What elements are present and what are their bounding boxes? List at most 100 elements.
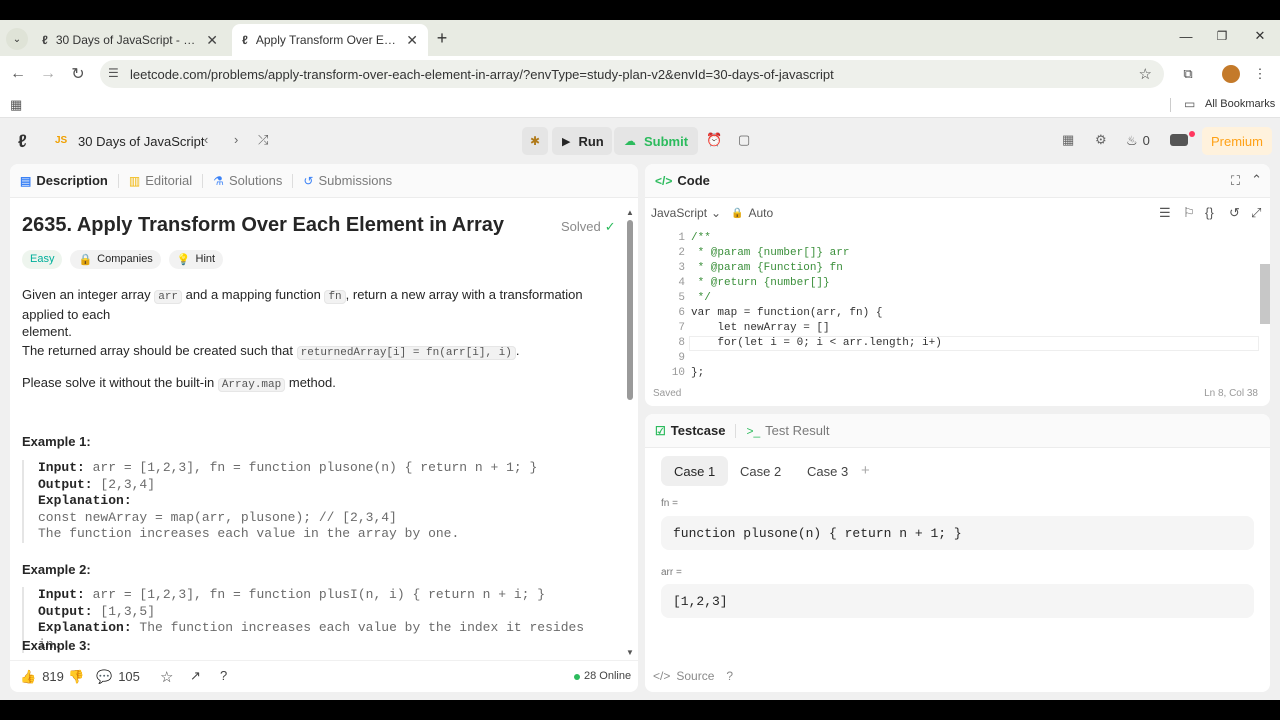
tab-editorial[interactable]: ▥ Editorial — [119, 164, 202, 198]
layout-icon[interactable]: ▦ — [1062, 132, 1074, 148]
arr-input[interactable]: [1,2,3] — [661, 584, 1254, 618]
checkbox-icon: ☑ — [655, 423, 666, 438]
add-case-icon[interactable]: + — [861, 462, 870, 479]
leetcode-logo-icon[interactable]: ℓ — [18, 131, 27, 152]
help-icon[interactable]: ? — [220, 668, 227, 683]
comments-button[interactable]: 💬 105 — [96, 669, 140, 685]
plan-title[interactable]: 30 Days of JavaScript — [78, 134, 204, 149]
example-2-block: Input: arr = [1,2,3], fn = function plus… — [22, 587, 612, 653]
streak-counter[interactable]: ♨ 0 — [1126, 133, 1150, 149]
site-info-icon[interactable]: ☰ — [108, 66, 119, 80]
scroll-up-icon[interactable]: ▲ — [626, 208, 634, 217]
editor-scrollbar[interactable] — [1260, 264, 1270, 324]
like-button[interactable]: 👍 819 — [20, 669, 64, 685]
arr-label: arr = — [661, 567, 682, 578]
settings-gear-icon[interactable]: ⚙ — [1095, 132, 1107, 148]
prev-problem-icon[interactable]: ‹ — [204, 132, 208, 147]
bookmark-star-icon[interactable]: ☆ — [1139, 65, 1152, 83]
page-title: 2635. Apply Transform Over Each Element … — [22, 214, 505, 236]
forward-icon[interactable]: → — [34, 56, 62, 92]
browser-toolbar: ← → ↻ ☰ leetcode.com/problems/apply-tran… — [0, 56, 1280, 92]
example-1-title: Example 1: — [22, 434, 91, 449]
bookmark-icon[interactable]: ⚐ — [1183, 205, 1195, 221]
fullscreen-icon[interactable]: ⛶ — [1231, 173, 1240, 189]
auto-mode[interactable]: 🔒 Auto — [731, 206, 773, 220]
solved-status: Solved ✓ — [561, 219, 616, 234]
help-icon: ? — [726, 669, 734, 683]
hint-tag[interactable]: 💡 Hint — [168, 250, 224, 269]
extensions-icon[interactable]: ⧉ — [1178, 64, 1198, 84]
language-select[interactable]: JavaScript ⌄ — [651, 206, 721, 220]
back-icon[interactable]: ← — [4, 56, 32, 92]
minimize-icon[interactable]: — — [1176, 26, 1196, 46]
testcase-tabs: ☑ Testcase >_ Test Result — [645, 414, 1270, 448]
case-2-tab[interactable]: Case 2 — [727, 456, 794, 486]
close-window-icon[interactable]: ✕ — [1250, 26, 1270, 46]
profile-avatar[interactable] — [1222, 65, 1240, 83]
close-tab-icon[interactable]: ✕ — [406, 32, 418, 49]
favorite-star-icon[interactable]: ☆ — [160, 668, 173, 686]
browser-menu-icon[interactable]: ⋮ — [1252, 64, 1268, 84]
debug-icon[interactable]: ✱ — [522, 127, 548, 155]
problem-body: 2635. Apply Transform Over Each Element … — [22, 198, 622, 654]
streak-count: 0 — [1142, 133, 1150, 148]
leetcode-favicon-icon: ℓ — [42, 33, 48, 47]
tab-description[interactable]: ▤ Description — [10, 164, 118, 198]
scrollbar-thumb[interactable] — [627, 220, 633, 400]
tab-submissions[interactable]: ↺ Submissions — [293, 164, 402, 198]
companies-tag[interactable]: 🔒 Companies — [70, 250, 161, 269]
tab-code[interactable]: </> Code — [645, 164, 720, 198]
run-button[interactable]: ▶ Run — [552, 127, 612, 155]
new-tab-icon[interactable]: + — [432, 28, 452, 48]
browser-tab-problem[interactable]: ℓ Apply Transform Over Each Elem ✕ — [232, 24, 428, 56]
example-1-block: Input: arr = [1,2,3], fn = function plus… — [22, 460, 612, 543]
document-icon: ▤ — [20, 173, 32, 188]
thumbs-down-icon[interactable]: 👎 — [68, 669, 84, 685]
cloud-upload-icon: ☁ — [624, 134, 636, 148]
code-icon: </> — [655, 173, 673, 188]
code-editor[interactable]: 1 /** 2 * @param {number[]} arr 3 * @param … — [645, 228, 1259, 380]
book-icon: ▥ — [128, 173, 141, 188]
description-scrollbar[interactable]: ▲ ▼ — [626, 208, 634, 658]
next-problem-icon[interactable]: › — [234, 132, 238, 147]
folder-icon: ▭ — [1184, 97, 1196, 111]
expand-icon[interactable]: ⤢ — [1251, 205, 1261, 221]
shuffle-icon[interactable]: ⤮ — [258, 132, 268, 148]
timer-icon[interactable]: ⏰ — [706, 132, 722, 148]
code-header: </> Code ⛶ ⌃ — [645, 164, 1270, 198]
terminal-icon: >_ — [746, 423, 761, 438]
notes-icon[interactable]: ▢ — [738, 132, 750, 148]
reload-icon[interactable]: ↻ — [64, 56, 92, 92]
app-header: ℓ JS 30 Days of JavaScript ‹ › ⤮ ✱ ▶ Run… — [0, 118, 1280, 164]
case-selector: Case 1 Case 2 Case 3 + — [661, 456, 1061, 486]
case-1-tab[interactable]: Case 1 — [661, 456, 729, 486]
format-icon[interactable]: ☰ — [1159, 205, 1171, 221]
code-line: * @param {Function} fn — [691, 262, 843, 274]
restore-icon[interactable]: ❐ — [1212, 26, 1232, 46]
line-number: 1 — [678, 232, 685, 244]
source-link[interactable]: </> Source ? — [653, 669, 733, 683]
reset-icon[interactable]: ↺ — [1229, 205, 1240, 221]
cursor-position: Ln 8, Col 38 — [1204, 388, 1258, 399]
address-bar[interactable]: ☰ leetcode.com/problems/apply-transform-… — [100, 60, 1164, 88]
case-3-tab[interactable]: Case 3 — [794, 456, 861, 486]
close-tab-icon[interactable]: ✕ — [206, 32, 218, 49]
tab-testcase[interactable]: ☑ Testcase — [645, 414, 735, 448]
submit-button[interactable]: ☁ Submit — [614, 127, 698, 155]
fn-input[interactable]: function plusone(n) { return n + 1; } — [661, 516, 1254, 550]
all-bookmarks-link[interactable]: All Bookmarks — [1205, 98, 1275, 110]
fire-icon: ♨ — [1126, 133, 1138, 148]
user-avatar[interactable] — [1170, 134, 1188, 146]
collapse-icon[interactable]: ⌃ — [1251, 172, 1262, 188]
check-circle-icon: ✓ — [604, 219, 616, 234]
braces-icon[interactable]: {} — [1205, 205, 1214, 220]
premium-button[interactable]: Premium — [1202, 127, 1272, 155]
scroll-down-icon[interactable]: ▼ — [626, 648, 634, 657]
browser-tab-study-plan[interactable]: ℓ 30 Days of JavaScript - Study Pl ✕ — [32, 24, 228, 56]
apps-grid-icon[interactable]: ▦ — [10, 97, 22, 113]
tab-solutions[interactable]: ⚗ Solutions — [203, 164, 292, 198]
problem-paragraph-3: Please solve it without the built-in Arr… — [22, 375, 336, 392]
tab-search-button[interactable]: ⌄ — [6, 28, 28, 50]
share-icon[interactable]: ↗ — [190, 668, 201, 684]
tab-test-result[interactable]: >_ Test Result — [736, 414, 839, 448]
